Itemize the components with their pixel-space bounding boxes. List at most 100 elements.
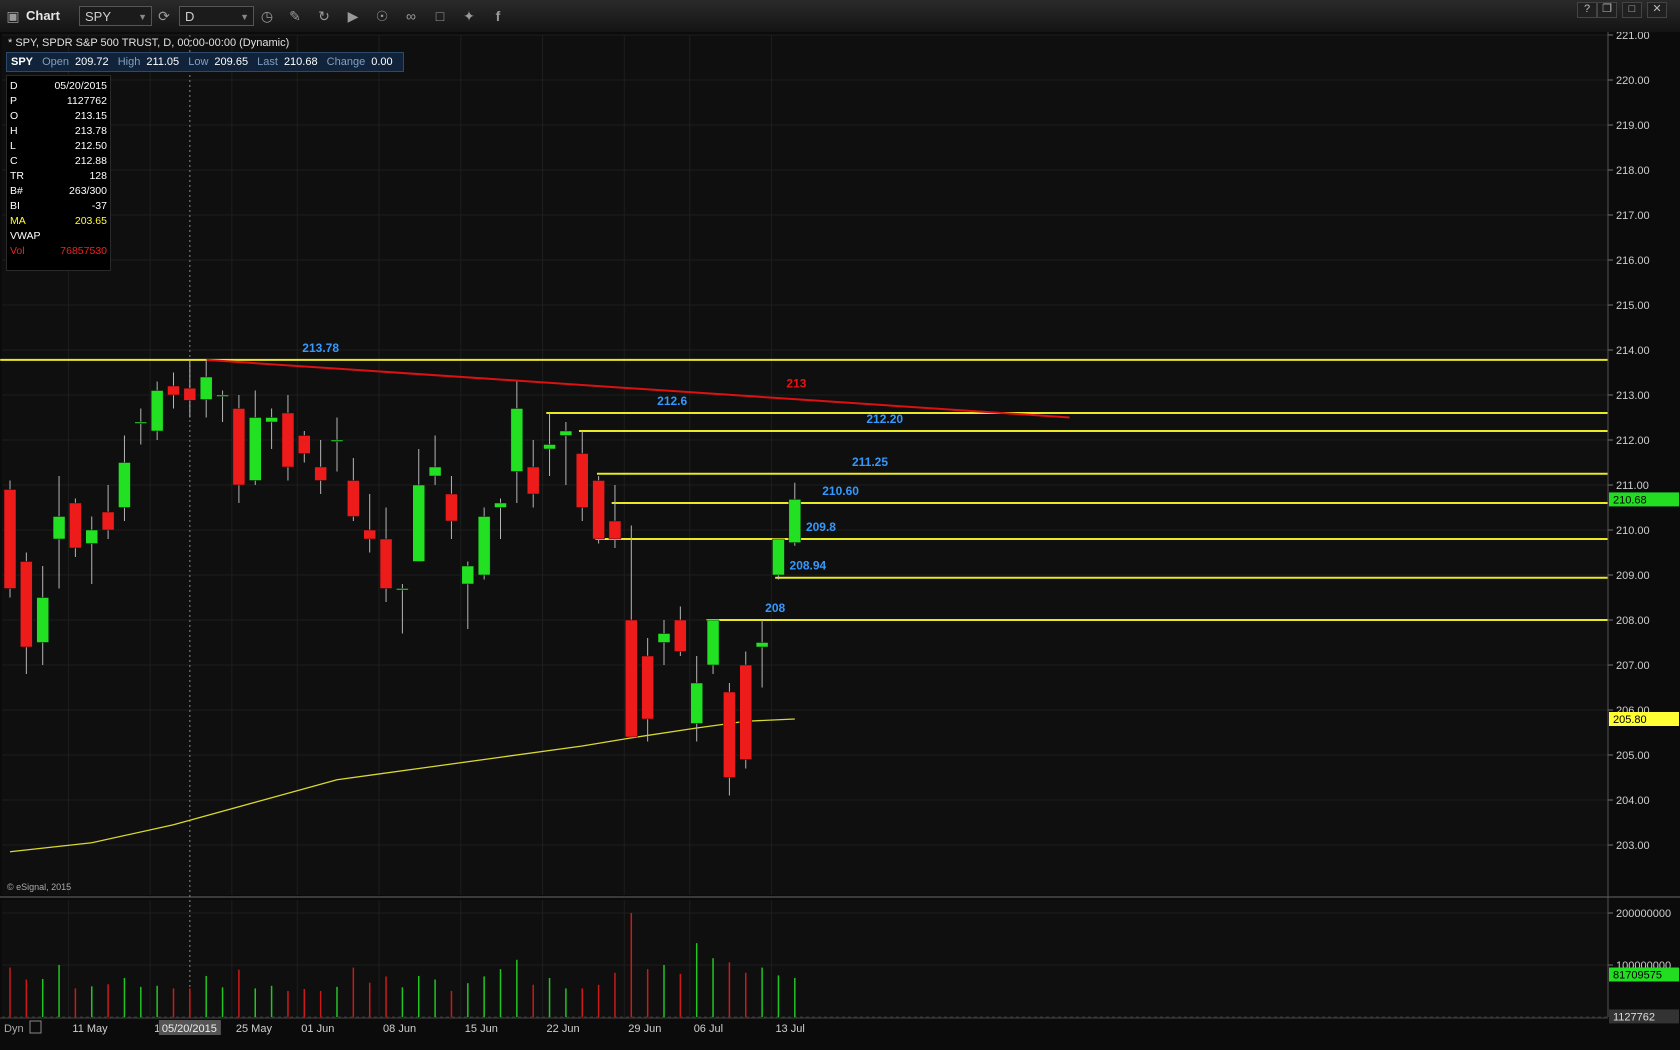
candle-body <box>85 529 98 544</box>
data-window-value: 76857530 <box>60 245 107 257</box>
play-icon[interactable]: ▶ <box>343 6 363 26</box>
level-label: 212.6 <box>657 394 687 408</box>
candle-body <box>134 421 148 424</box>
comment-icon[interactable]: □ <box>430 6 450 26</box>
clock-icon[interactable]: ◷ <box>257 6 277 26</box>
data-window-key: B# <box>10 185 23 197</box>
data-window-key: VWAP <box>10 230 41 242</box>
help-button[interactable]: ? <box>1577 2 1597 18</box>
date-tick-label: 08 Jun <box>383 1023 416 1035</box>
data-window-key: MA <box>10 215 26 227</box>
data-window-value: 1127762 <box>66 95 107 107</box>
twitter-icon[interactable]: ✦ <box>459 6 479 26</box>
price-tick-label: 211.00 <box>1616 480 1649 492</box>
date-tick-label: 29 Jun <box>628 1023 661 1035</box>
interval-input-value: D <box>185 9 195 24</box>
level-label: 208.94 <box>790 559 827 573</box>
price-tick-label: 219.00 <box>1616 120 1650 132</box>
maximize-button[interactable]: □ <box>1622 2 1642 18</box>
candle-body <box>526 466 540 495</box>
data-window-key: L <box>10 140 16 152</box>
candle-body <box>461 565 475 585</box>
candle-body <box>199 376 213 400</box>
data-window-row: B# 263/300 <box>10 185 107 199</box>
candle-body <box>20 561 33 648</box>
price-tick-label: 221.00 <box>1616 32 1650 42</box>
volume-marker-label: 81709575 <box>1613 970 1662 982</box>
symbol-input[interactable]: SPY ▼ <box>79 6 152 26</box>
candle-body <box>3 489 17 589</box>
data-window-value: 213.78 <box>74 125 107 137</box>
chart-window-icon: ▣ <box>6 8 20 24</box>
candle-body <box>249 417 262 481</box>
data-window-value: -37 <box>91 200 107 212</box>
quote-low-label: Low <box>188 56 209 68</box>
data-window-key: P <box>10 95 18 107</box>
candle-body <box>674 619 687 652</box>
candle-body <box>608 520 622 540</box>
link-icon[interactable]: ∞ <box>401 6 421 26</box>
candle-body <box>314 466 327 481</box>
trendline-label: 213 <box>786 376 806 390</box>
data-window-key: O <box>10 110 19 122</box>
data-window-value: 263/300 <box>69 185 107 197</box>
candle-body <box>265 417 278 423</box>
date-tick-label: 25 May <box>236 1023 273 1035</box>
volume-tick-label: 200000000 <box>1616 908 1671 920</box>
candle-body <box>559 430 573 436</box>
data-window-row: TR 128 <box>10 170 107 184</box>
data-window-key: BI <box>10 200 20 212</box>
price-chart[interactable]: 213.78 212.6 212.20 211.25 210.60 209.8 208.94… <box>0 32 1680 1050</box>
candle-body <box>723 691 736 778</box>
data-window-row: L 212.50 <box>10 140 107 154</box>
price-tick-label: 212.00 <box>1616 435 1650 447</box>
quote-last-label: Last <box>257 56 278 68</box>
level-label: 211.25 <box>852 455 888 469</box>
data-window-key: D <box>10 80 18 92</box>
price-tick-label: 216.00 <box>1616 255 1650 267</box>
price-tick-label: 217.00 <box>1616 210 1650 222</box>
window-titlebar: ▣ Chart SPY ▼ ⟳ D ▼ ◷ ✎ ↻ ▶ ☉ ∞ □ ✦ f ? … <box>0 0 1680 33</box>
price-tick-label: 208.00 <box>1616 615 1650 627</box>
candle-body <box>592 480 605 540</box>
candle-body <box>412 484 425 562</box>
data-window-row: O 213.15 <box>10 110 107 124</box>
quote-open-value: 209.72 <box>75 56 109 68</box>
date-tick-label: 13 Jul <box>775 1023 804 1035</box>
candle-body <box>788 499 802 543</box>
price-tick-label: 214.00 <box>1616 345 1650 357</box>
date-tick-label: 01 Jun <box>301 1023 334 1035</box>
level-label: 209.8 <box>806 520 836 534</box>
quote-symbol: SPY <box>11 56 34 68</box>
symbol-refresh-icon[interactable]: ⟳ <box>154 6 174 26</box>
candle-body <box>772 538 785 576</box>
data-window-value: 05/20/2015 <box>54 80 107 92</box>
data-window-row: D 05/20/2015 <box>10 80 107 94</box>
target-icon[interactable]: ☉ <box>372 6 392 26</box>
close-button[interactable]: ✕ <box>1647 2 1667 18</box>
price-tick-label: 220.00 <box>1616 75 1650 87</box>
pencil-draw-icon[interactable]: ✎ <box>285 6 305 26</box>
candle-body <box>396 588 409 591</box>
candle-body <box>576 453 589 508</box>
restore-button[interactable]: ❐ <box>1597 2 1617 18</box>
candle-body <box>510 408 524 472</box>
candle-body <box>641 655 654 720</box>
candle-body <box>625 619 638 738</box>
facebook-icon[interactable]: f <box>488 6 508 26</box>
cursor-date-label: 05/20/2015 <box>162 1023 217 1035</box>
chevron-down-icon[interactable]: ▼ <box>240 7 249 27</box>
data-window-row: MA 203.65 <box>10 215 107 229</box>
window-title: Chart <box>26 8 60 23</box>
candle-body <box>216 394 229 397</box>
chevron-down-icon[interactable]: ▼ <box>138 7 147 27</box>
interval-input[interactable]: D ▼ <box>179 6 254 26</box>
price-tick-label: 209.00 <box>1616 570 1650 582</box>
data-window-key: Vol <box>10 245 25 257</box>
cycle-icon[interactable]: ↻ <box>314 6 334 26</box>
data-window-key: TR <box>10 170 24 182</box>
candle-body <box>36 597 49 643</box>
price-tick-label: 218.00 <box>1616 165 1650 177</box>
data-window-value: 128 <box>89 170 107 182</box>
candle-body <box>347 480 360 517</box>
